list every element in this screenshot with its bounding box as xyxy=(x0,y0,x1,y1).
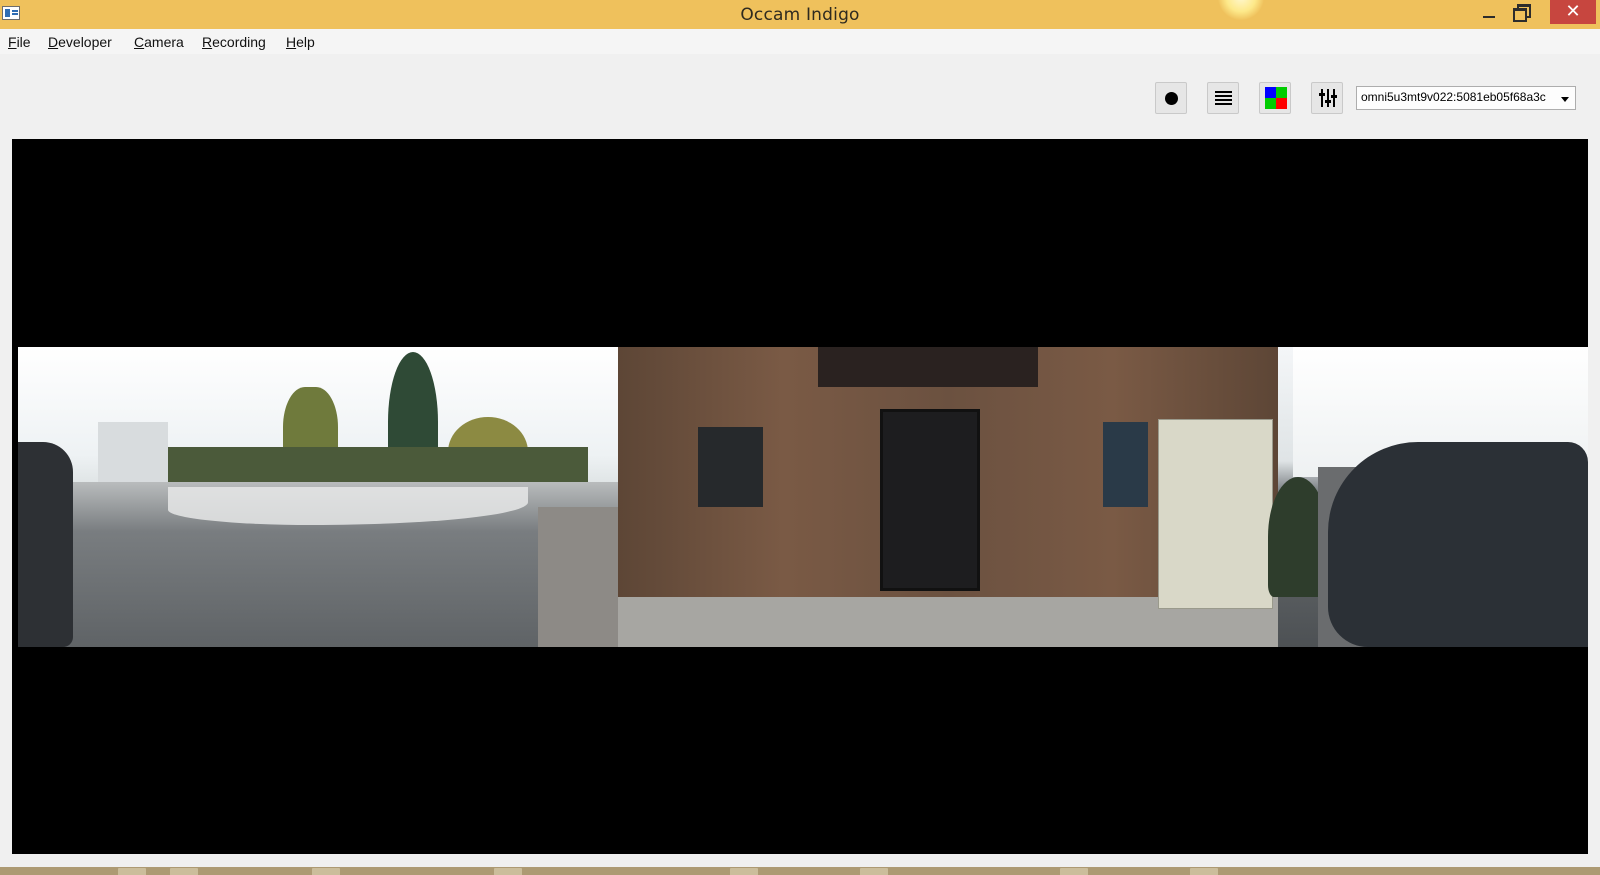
taskbar-app[interactable] xyxy=(1060,868,1088,875)
taskbar xyxy=(0,867,1600,875)
taskbar-app[interactable] xyxy=(1190,868,1218,875)
entrance-awning xyxy=(818,347,1038,387)
building-left xyxy=(98,422,168,482)
menu-camera[interactable]: Camera xyxy=(134,34,184,50)
maximize-button[interactable] xyxy=(1504,0,1538,24)
sliders-icon xyxy=(1319,89,1337,109)
record-button[interactable] xyxy=(1155,82,1187,114)
window-title: Occam Indigo xyxy=(740,5,860,25)
taskbar-app[interactable] xyxy=(118,868,146,875)
panorama-image xyxy=(18,347,1588,647)
mailbox xyxy=(1158,419,1273,609)
taskbar-app[interactable] xyxy=(170,868,198,875)
device-selector-value: omni5u3mt9v022:5081eb05f68a3c xyxy=(1361,90,1546,104)
building-window-right xyxy=(1103,422,1148,507)
taskbar-app[interactable] xyxy=(312,868,340,875)
record-dot-icon xyxy=(1165,92,1178,105)
gravel-bed xyxy=(538,507,628,647)
color-mode-button[interactable] xyxy=(1259,82,1291,114)
list-lines-icon xyxy=(1215,91,1232,105)
title-bar: Occam Indigo ✕ xyxy=(0,0,1600,29)
taskbar-app[interactable] xyxy=(730,868,758,875)
list-view-button[interactable] xyxy=(1207,82,1239,114)
minimize-button[interactable] xyxy=(1472,0,1506,24)
close-icon: ✕ xyxy=(1565,1,1581,22)
menu-help[interactable]: Help xyxy=(286,34,315,50)
menu-bar: File Developer Camera Recording Help xyxy=(0,29,1600,54)
taskbar-app[interactable] xyxy=(860,868,888,875)
device-selector[interactable]: omni5u3mt9v022:5081eb05f68a3c xyxy=(1356,86,1576,110)
entrance-door xyxy=(880,409,980,591)
camera-viewer[interactable] xyxy=(12,139,1588,854)
close-button[interactable]: ✕ xyxy=(1550,0,1596,24)
menu-developer[interactable]: Developer xyxy=(48,34,112,50)
taskbar-app[interactable] xyxy=(494,868,522,875)
menu-recording[interactable]: Recording xyxy=(202,34,266,50)
tree-line xyxy=(168,447,588,487)
settings-sliders-button[interactable] xyxy=(1311,82,1343,114)
chevron-down-icon xyxy=(1561,97,1569,102)
building-window-left xyxy=(698,427,763,507)
car-left xyxy=(18,442,73,647)
car-right xyxy=(1328,442,1588,647)
menu-file[interactable]: File xyxy=(8,34,31,50)
color-grid-icon xyxy=(1265,87,1287,109)
